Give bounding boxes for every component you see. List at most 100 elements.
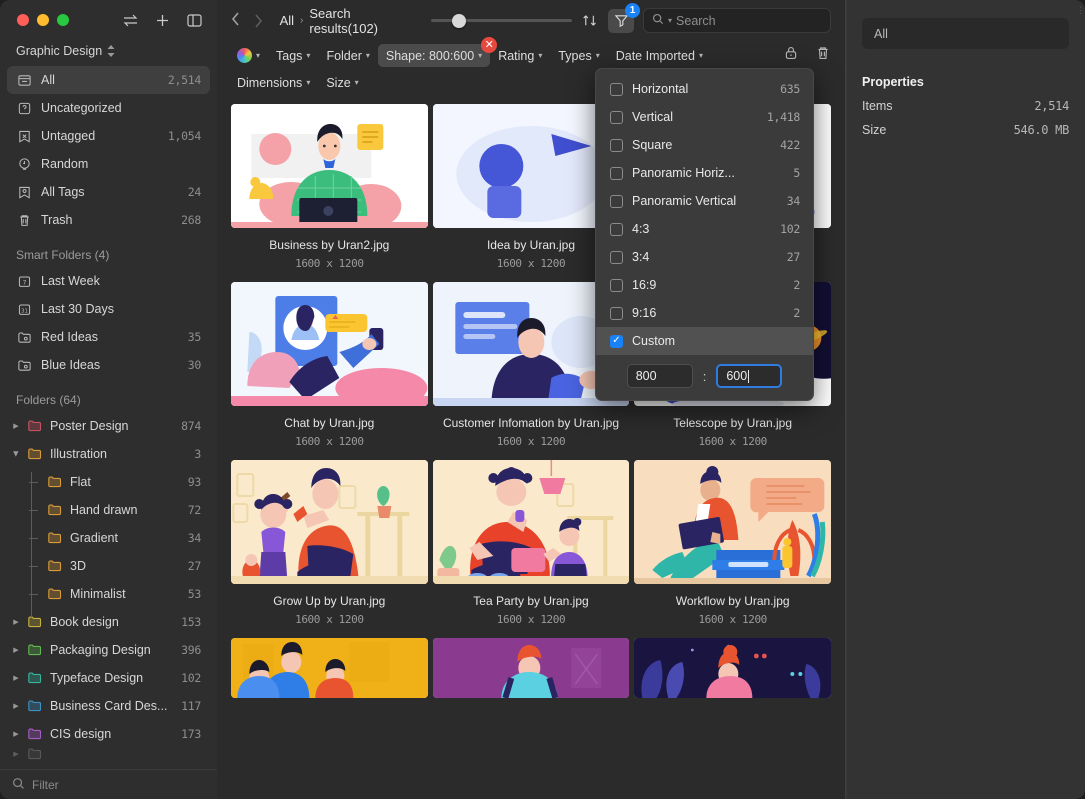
smart-folder-red-ideas[interactable]: Red Ideas 35 <box>7 323 210 351</box>
checkbox-checked[interactable]: ✓ <box>610 334 623 348</box>
folder-3d[interactable]: 3D 27 <box>7 552 210 580</box>
thumbnail[interactable] <box>634 638 831 698</box>
filter-chip-folder[interactable]: Folder ▾ <box>318 44 377 67</box>
disclosure-triangle-icon[interactable]: ▶ <box>11 730 21 738</box>
add-icon[interactable] <box>154 12 171 29</box>
thumbnail[interactable] <box>231 460 428 584</box>
shape-option-16-9[interactable]: 16:9 2 <box>596 271 813 299</box>
scope-field[interactable]: All <box>862 18 1069 49</box>
folder-business-card-design[interactable]: ▶ Business Card Des... 117 <box>7 692 210 720</box>
breadcrumb-root[interactable]: All <box>280 13 294 28</box>
filter-chip-rating[interactable]: Rating ▾ <box>490 44 550 67</box>
sidebar-item-all-tags[interactable]: All Tags 24 <box>7 178 210 206</box>
folder-tree[interactable]: ▶ Poster Design 874 ▶ Illustration 3 Fla… <box>0 412 217 769</box>
thumbnail[interactable] <box>231 638 428 698</box>
filter-chip-types[interactable]: Types ▾ <box>550 44 607 67</box>
slider-knob[interactable] <box>452 13 467 28</box>
filter-chip-date-imported[interactable]: Date Imported ▾ <box>608 44 711 67</box>
checkbox[interactable] <box>610 250 623 264</box>
custom-height-input[interactable]: 600 <box>716 364 783 388</box>
filter-chip-tags[interactable]: Tags ▾ <box>268 44 318 67</box>
folder-hand-drawn[interactable]: Hand drawn 72 <box>7 496 210 524</box>
folder-illustration[interactable]: ▶ Illustration 3 <box>7 440 210 468</box>
checkbox[interactable] <box>610 138 623 152</box>
sidebar-item-random[interactable]: Random <box>7 150 210 178</box>
chevron-down-icon[interactable]: ▾ <box>668 16 672 25</box>
grid-item[interactable]: Workflow by Uran.jpg 1600 x 1200 <box>634 460 831 638</box>
sidebar-item-all[interactable]: All 2,514 <box>7 66 210 94</box>
shape-option-4-3[interactable]: 4:3 102 <box>596 215 813 243</box>
shape-option-square[interactable]: Square 422 <box>596 131 813 159</box>
grid-item[interactable]: Chat by Uran.jpg 1600 x 1200 <box>231 282 428 460</box>
color-filter-chip[interactable]: ▾ <box>229 44 268 67</box>
smart-folder-last-30-days[interactable]: 31 Last 30 Days <box>7 295 210 323</box>
sidebar-filter-bar[interactable]: Filter <box>0 769 217 799</box>
back-button[interactable] <box>229 12 242 30</box>
checkbox[interactable] <box>610 82 623 96</box>
disclosure-triangle-icon[interactable]: ▶ <box>11 702 21 710</box>
thumbnail[interactable] <box>432 638 630 698</box>
close-button[interactable] <box>17 14 29 26</box>
folder-poster-design[interactable]: ▶ Poster Design 874 <box>7 412 210 440</box>
disclosure-triangle-icon[interactable]: ▶ <box>11 674 21 682</box>
grid-item[interactable] <box>231 638 428 710</box>
minimize-button[interactable] <box>37 14 49 26</box>
panel-resize-grip[interactable]: ⋮ <box>1076 6 1085 24</box>
thumbnail[interactable] <box>231 282 428 406</box>
folder-packaging-design[interactable]: ▶ Packaging Design 396 <box>7 636 210 664</box>
toggle-sidebar-icon[interactable] <box>186 12 203 29</box>
disclosure-triangle-icon[interactable]: ▶ <box>12 449 20 459</box>
disclosure-triangle-icon[interactable]: ▶ <box>11 618 21 626</box>
grid-item[interactable] <box>432 638 630 710</box>
shape-option-horizontal[interactable]: Horizontal 635 <box>596 75 813 103</box>
library-selector[interactable]: Graphic Design <box>0 40 217 66</box>
checkbox[interactable] <box>610 110 623 124</box>
shape-option-panoramic-horizontal[interactable]: Panoramic Horiz... 5 <box>596 159 813 187</box>
filter-button[interactable]: 1 <box>608 2 641 33</box>
grid-item[interactable] <box>634 638 831 710</box>
shape-filter-dropdown[interactable]: Horizontal 635 Vertical 1,418 Square 422… <box>595 68 814 401</box>
disclosure-triangle-icon[interactable]: ▶ <box>11 646 21 654</box>
search-box[interactable]: ▾ Search <box>643 8 832 33</box>
checkbox[interactable] <box>610 222 623 236</box>
folder-gradient[interactable]: Gradient 34 <box>7 524 210 552</box>
sidebar-item-untagged[interactable]: Untagged 1,054 <box>7 122 210 150</box>
checkbox[interactable] <box>610 194 623 208</box>
grid-item[interactable]: Tea Party by Uran.jpg 1600 x 1200 <box>432 460 630 638</box>
search-input[interactable]: Search <box>676 14 716 28</box>
grid-item[interactable]: Grow Up by Uran.jpg 1600 x 1200 <box>231 460 428 638</box>
custom-width-input[interactable]: 800 <box>626 364 693 388</box>
folder-minimalist[interactable]: Minimalist 53 <box>7 580 210 608</box>
thumbnail[interactable] <box>432 460 630 584</box>
folder-book-design[interactable]: ▶ Book design 153 <box>7 608 210 636</box>
sort-icon[interactable] <box>582 13 599 28</box>
shape-option-panoramic-vertical[interactable]: Panoramic Vertical 34 <box>596 187 813 215</box>
shape-option-3-4[interactable]: 3:4 27 <box>596 243 813 271</box>
grid-item[interactable]: Business by Uran2.jpg 1600 x 1200 <box>231 104 428 282</box>
thumbnail[interactable] <box>231 104 428 228</box>
filter-chip-size[interactable]: Size ▾ <box>318 71 366 94</box>
thumbnail-size-slider[interactable] <box>431 13 573 29</box>
smart-folder-blue-ideas[interactable]: Blue Ideas 30 <box>7 351 210 379</box>
disclosure-triangle-icon[interactable]: ▶ <box>11 750 21 758</box>
filter-chip-shape[interactable]: Shape: 800:600 ▾ ✕ <box>377 37 498 67</box>
sidebar-filter-input[interactable]: Filter <box>32 778 59 792</box>
checkbox[interactable] <box>610 278 623 292</box>
shape-option-9-16[interactable]: 9:16 2 <box>596 299 813 327</box>
disclosure-triangle-icon[interactable]: ▶ <box>11 422 21 430</box>
sidebar-item-trash[interactable]: Trash 268 <box>7 206 210 234</box>
shape-option-vertical[interactable]: Vertical 1,418 <box>596 103 813 131</box>
filter-chip-dimensions[interactable]: Dimensions ▾ <box>229 71 318 94</box>
smart-folder-last-week[interactable]: 7 Last Week <box>7 267 210 295</box>
delete-filter-icon[interactable] <box>815 45 831 66</box>
checkbox[interactable] <box>610 166 623 180</box>
folder-typeface-design[interactable]: ▶ Typeface Design 102 <box>7 664 210 692</box>
thumbnail[interactable] <box>634 460 831 584</box>
folder-cis-design[interactable]: ▶ CIS design 173 <box>7 720 210 748</box>
checkbox[interactable] <box>610 306 623 320</box>
sidebar-item-uncategorized[interactable]: Uncategorized <box>7 94 210 122</box>
sync-icon[interactable] <box>122 12 139 29</box>
forward-button[interactable] <box>252 14 265 31</box>
lock-icon[interactable] <box>783 45 799 66</box>
folder-partially-visible[interactable]: ▶ <box>7 748 210 760</box>
